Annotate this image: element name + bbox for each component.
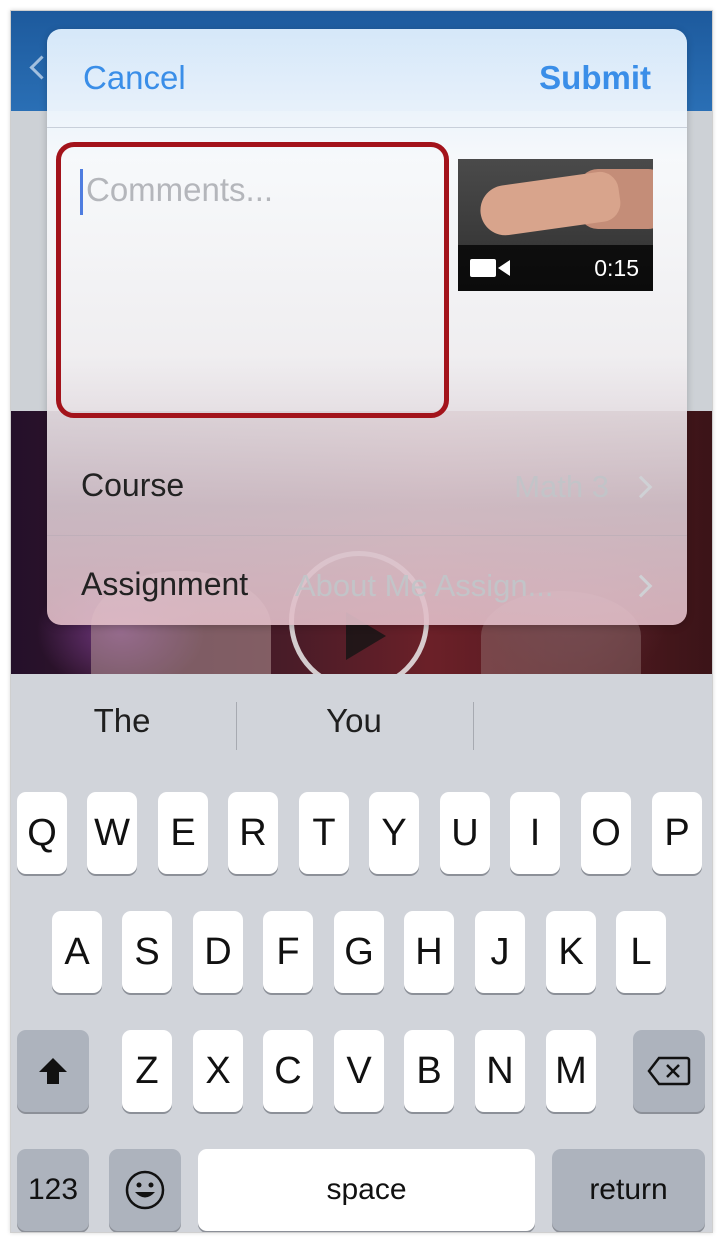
chevron-right-icon xyxy=(629,475,653,499)
key-z[interactable]: Z xyxy=(122,1030,172,1112)
key-label: P xyxy=(664,811,690,854)
key-b[interactable]: B xyxy=(404,1030,454,1112)
assignment-selector-row[interactable]: Assignment About Me Assign... xyxy=(47,536,687,625)
key-label: C xyxy=(274,1049,302,1092)
suggestion-2[interactable]: You xyxy=(289,702,419,740)
chevron-right-icon xyxy=(629,574,653,598)
space-key[interactable]: space xyxy=(198,1149,535,1231)
share-sheet-header: Cancel Submit xyxy=(47,29,687,128)
key-r[interactable]: R xyxy=(228,792,278,874)
suggestion-divider xyxy=(473,702,474,750)
key-j[interactable]: J xyxy=(475,911,525,993)
assignment-value: About Me Assign... xyxy=(295,568,554,603)
key-label: I xyxy=(529,811,541,854)
key-label: L xyxy=(630,930,652,973)
course-selector-row[interactable]: Course Math 3 xyxy=(47,437,687,536)
video-duration: 0:15 xyxy=(594,255,639,281)
key-label: O xyxy=(591,811,621,854)
return-key[interactable]: return xyxy=(552,1149,705,1231)
key-label: A xyxy=(64,930,90,973)
key-label: W xyxy=(94,811,130,854)
course-value: Math 3 xyxy=(514,469,609,504)
delete-key[interactable] xyxy=(633,1030,705,1112)
cancel-button[interactable]: Cancel xyxy=(83,59,186,97)
key-u[interactable]: U xyxy=(440,792,490,874)
key-label: K xyxy=(558,930,584,973)
shift-key[interactable] xyxy=(17,1030,89,1112)
assignment-label: Assignment xyxy=(81,566,249,602)
key-w[interactable]: W xyxy=(87,792,137,874)
key-label: N xyxy=(486,1049,514,1092)
key-s[interactable]: S xyxy=(122,911,172,993)
video-attachment-thumbnail[interactable]: 0:15 xyxy=(458,159,653,291)
key-f[interactable]: F xyxy=(263,911,313,993)
key-c[interactable]: C xyxy=(263,1030,313,1112)
shift-arrow-icon xyxy=(39,1058,67,1084)
key-label: T xyxy=(312,811,336,854)
key-label: M xyxy=(555,1049,587,1092)
key-label: X xyxy=(205,1049,231,1092)
key-label: space xyxy=(326,1173,407,1206)
key-label: J xyxy=(490,930,510,973)
key-label: H xyxy=(415,930,443,973)
suggestion-1[interactable]: The xyxy=(57,702,187,740)
key-label: S xyxy=(134,930,160,973)
key-label: G xyxy=(344,930,374,973)
key-label: Q xyxy=(27,811,57,854)
course-label: Course xyxy=(81,467,185,503)
key-label: D xyxy=(204,930,232,973)
key-label: B xyxy=(416,1049,442,1092)
key-e[interactable]: E xyxy=(158,792,208,874)
key-t[interactable]: T xyxy=(299,792,349,874)
key-q[interactable]: Q xyxy=(17,792,67,874)
share-sheet: Cancel Submit Comments... 0:15 Course Ma… xyxy=(47,29,687,625)
key-label: R xyxy=(239,811,267,854)
key-label: V xyxy=(346,1049,372,1092)
key-label: Z xyxy=(135,1049,159,1092)
key-v[interactable]: V xyxy=(334,1030,384,1112)
emoji-key[interactable] xyxy=(109,1149,181,1231)
keyboard: The You Q W E R T Y U I O P A S D F G H … xyxy=(11,674,712,1232)
key-label: F xyxy=(276,930,300,973)
key-g[interactable]: G xyxy=(334,911,384,993)
key-label: U xyxy=(451,811,479,854)
text-cursor xyxy=(80,169,83,215)
thumbnail-info-bar: 0:15 xyxy=(458,245,653,291)
key-label: return xyxy=(589,1173,668,1206)
key-a[interactable]: A xyxy=(52,911,102,993)
submit-button[interactable]: Submit xyxy=(539,59,651,97)
comments-placeholder: Comments... xyxy=(86,171,274,208)
key-label: 123 xyxy=(27,1173,79,1206)
key-label: Y xyxy=(381,811,407,854)
comments-field[interactable]: Comments... xyxy=(56,142,449,418)
numbers-key[interactable]: 123 xyxy=(17,1149,89,1231)
key-p[interactable]: P xyxy=(652,792,702,874)
suggestion-divider xyxy=(236,702,237,750)
key-d[interactable]: D xyxy=(193,911,243,993)
key-y[interactable]: Y xyxy=(369,792,419,874)
key-l[interactable]: L xyxy=(616,911,666,993)
key-m[interactable]: M xyxy=(546,1030,596,1112)
key-x[interactable]: X xyxy=(193,1030,243,1112)
screenshot-frame: Cancel Submit Comments... 0:15 Course Ma… xyxy=(10,10,713,1233)
backspace-icon xyxy=(647,1056,691,1086)
emoji-icon xyxy=(125,1170,165,1210)
video-camera-icon xyxy=(470,259,510,277)
key-k[interactable]: K xyxy=(546,911,596,993)
key-n[interactable]: N xyxy=(475,1030,525,1112)
key-i[interactable]: I xyxy=(510,792,560,874)
key-o[interactable]: O xyxy=(581,792,631,874)
key-label: E xyxy=(170,811,196,854)
key-h[interactable]: H xyxy=(404,911,454,993)
